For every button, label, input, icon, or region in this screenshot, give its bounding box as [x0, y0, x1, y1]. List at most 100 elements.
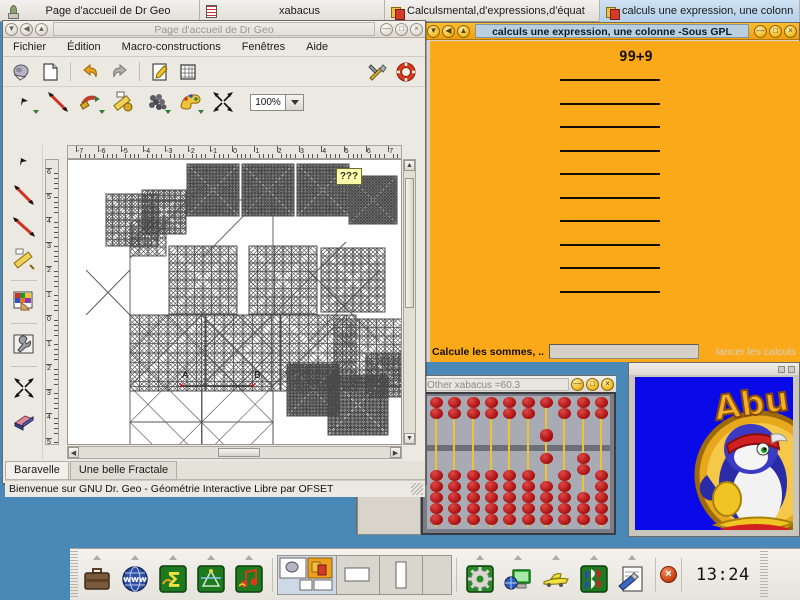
table-icon[interactable] [177, 61, 199, 83]
abacus-frame[interactable] [421, 392, 616, 535]
launcher-languages[interactable] [575, 553, 613, 597]
shade-button[interactable]: ▼ [5, 22, 18, 36]
abacus-bead[interactable] [467, 503, 480, 514]
abacus-bead[interactable] [522, 470, 535, 481]
abacus-bead[interactable] [448, 481, 461, 492]
scroll-right-arrow[interactable]: ▶ [390, 447, 401, 458]
abacus-bead[interactable] [558, 397, 571, 408]
abacus-bead[interactable] [595, 503, 608, 514]
abacus-bead[interactable] [430, 470, 443, 481]
abacus-bead[interactable] [485, 481, 498, 492]
scrollbar-thumb[interactable] [218, 448, 260, 457]
color-palette-icon[interactable] [10, 288, 38, 316]
move-tool-icon[interactable] [211, 90, 235, 114]
abacus-bead[interactable] [540, 503, 553, 514]
launcher-airplane[interactable] [537, 553, 575, 597]
close-button[interactable]: × [410, 22, 423, 36]
scrollbar-thumb[interactable] [405, 178, 414, 308]
abacus-bead[interactable] [467, 408, 480, 419]
menu-aide[interactable]: Aide [304, 40, 330, 54]
abacus-bead[interactable] [577, 503, 590, 514]
zoom-combobox[interactable]: 100% [250, 93, 304, 111]
wrench-icon[interactable] [10, 331, 38, 359]
xabacus-titlebar[interactable]: Other xabacus =60.3 — □ × [421, 376, 616, 392]
launcher-briefcase[interactable] [78, 553, 116, 597]
menu-fichier[interactable]: Fichier [11, 40, 48, 54]
abacus-bead[interactable] [485, 492, 498, 503]
abacus-bead[interactable] [540, 429, 553, 440]
edit-script-icon[interactable] [149, 61, 171, 83]
maximize-button[interactable]: □ [586, 377, 599, 391]
move-icon[interactable] [10, 374, 38, 402]
abacus-bead[interactable] [485, 408, 498, 419]
redo-icon[interactable] [108, 61, 130, 83]
taskbar-grip[interactable] [70, 550, 78, 599]
abacus-bead[interactable] [485, 470, 498, 481]
launcher-web-browser[interactable]: WWW [116, 553, 154, 597]
abacus-bead[interactable] [577, 397, 590, 408]
abuledu-titlebar[interactable] [629, 363, 799, 375]
menu-fenetres[interactable]: Fenêtres [240, 40, 287, 54]
abacus-board[interactable] [427, 396, 610, 529]
abacus-bead[interactable] [558, 481, 571, 492]
abacus-bead[interactable] [558, 492, 571, 503]
launcher-system[interactable] [461, 553, 499, 597]
abacus-bead[interactable] [503, 503, 516, 514]
abacus-bead[interactable] [448, 503, 461, 514]
abacus-bead[interactable] [595, 397, 608, 408]
up-button[interactable]: ▲ [457, 24, 470, 38]
abacus-bead[interactable] [503, 492, 516, 503]
minimize-button[interactable]: — [754, 24, 767, 38]
taskbar-tab-xabacus[interactable]: xabacus [200, 0, 385, 22]
style-tool-icon[interactable] [178, 90, 204, 114]
menu-macro-constructions[interactable]: Macro-constructions [120, 40, 223, 54]
undo-icon[interactable] [80, 61, 102, 83]
abacus-bead[interactable] [595, 481, 608, 492]
taskbar-grip[interactable] [759, 550, 768, 599]
abacus-bead[interactable] [467, 470, 480, 481]
tab-une-belle-fractale[interactable]: Une belle Fractale [69, 461, 178, 479]
minimize-button[interactable]: — [380, 22, 393, 36]
abacus-bead[interactable] [577, 464, 590, 475]
run-calculations-button[interactable]: lancer les calculs [716, 346, 796, 358]
abacus-bead[interactable] [503, 470, 516, 481]
horizontal-scrollbar[interactable]: ◀ ▶ [67, 446, 402, 459]
close-button[interactable] [788, 365, 795, 373]
launcher-music[interactable] [230, 553, 268, 597]
abacus-bead[interactable] [577, 492, 590, 503]
workspace-pager[interactable] [277, 554, 452, 595]
abacus-bead[interactable] [485, 397, 498, 408]
shade-button[interactable]: ▼ [427, 24, 440, 38]
launcher-math[interactable]: Σ [154, 553, 192, 597]
abacus-bead[interactable] [430, 408, 443, 419]
abacus-bead[interactable] [503, 408, 516, 419]
abacus-bead[interactable] [448, 408, 461, 419]
scroll-down-arrow[interactable]: ▼ [404, 433, 415, 444]
pager-desktop-3[interactable] [380, 555, 423, 594]
abacus-bead[interactable] [467, 514, 480, 525]
abacus-bead[interactable] [522, 503, 535, 514]
abacus-bead[interactable] [503, 481, 516, 492]
maximize-button[interactable]: □ [395, 22, 408, 36]
abacus-bead[interactable] [485, 503, 498, 514]
new-document-icon[interactable] [39, 61, 61, 83]
abacus-bead[interactable] [430, 492, 443, 503]
open-icon[interactable] [11, 61, 33, 83]
minimize-button[interactable]: — [571, 377, 584, 391]
abacus-bead[interactable] [595, 492, 608, 503]
point-marker[interactable]: ✕ [178, 382, 185, 390]
abacus-bead[interactable] [522, 408, 535, 419]
abacus-bead[interactable] [577, 408, 590, 419]
abacus-bead[interactable] [558, 470, 571, 481]
segment-icon[interactable] [10, 181, 38, 209]
ruler-pencil-icon[interactable] [10, 245, 38, 273]
abacus-bead[interactable] [522, 514, 535, 525]
abacus-bead[interactable] [577, 453, 590, 464]
line-tool-icon[interactable] [46, 90, 70, 114]
abacus-bead[interactable] [558, 514, 571, 525]
tools-icon[interactable] [367, 61, 389, 83]
abacus-bead[interactable] [448, 514, 461, 525]
calc-answer-input[interactable] [549, 344, 700, 359]
taskbar-tab-calculsmental[interactable]: Calculsmental,d'expressions,d'équat [385, 0, 600, 22]
line-icon[interactable] [10, 213, 38, 241]
